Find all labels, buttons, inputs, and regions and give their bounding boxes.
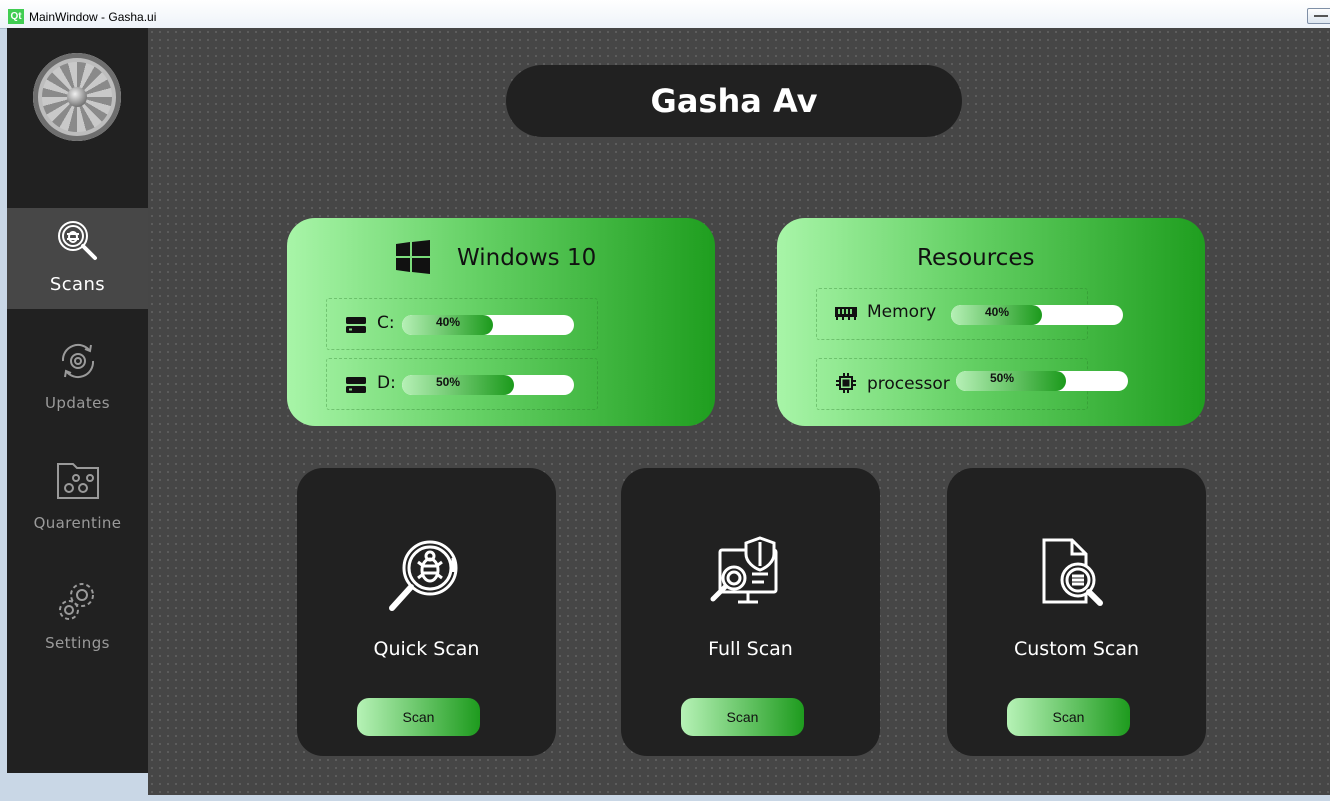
sidebar: Scans Updates Quarentine Settings bbox=[7, 28, 148, 773]
shield-boss bbox=[67, 87, 87, 107]
sidebar-item-quarentine[interactable]: Quarentine bbox=[7, 448, 148, 549]
memory-label: Memory bbox=[867, 302, 937, 322]
sidebar-item-label: Updates bbox=[45, 394, 110, 412]
qt-app-icon: Qt bbox=[8, 9, 24, 24]
drive-row-c: C: 40% bbox=[326, 298, 598, 350]
sidebar-item-updates[interactable]: Updates bbox=[7, 328, 148, 429]
cpu-icon bbox=[836, 373, 856, 393]
sidebar-item-scans[interactable]: Scans bbox=[7, 208, 148, 309]
resources-title: Resources bbox=[917, 245, 1035, 271]
quarantine-folder-icon bbox=[57, 463, 99, 499]
scan-title: Full Scan bbox=[708, 638, 793, 660]
windows-logo-icon bbox=[396, 240, 430, 274]
drive-label: C: bbox=[377, 313, 395, 333]
full-scan-card: Full Scan Scan bbox=[621, 468, 880, 756]
sidebar-item-label: Settings bbox=[45, 634, 110, 652]
scan-bug-magnifier-icon bbox=[58, 221, 97, 260]
processor-label: processor bbox=[867, 374, 950, 394]
processor-usage-text: 50% bbox=[989, 371, 1015, 385]
gears-icon bbox=[59, 583, 94, 620]
window-title: MainWindow - Gasha.ui bbox=[29, 10, 157, 24]
main-area: Gasha Av Windows 10 C: 40% D: 50% Resour… bbox=[148, 28, 1330, 795]
minimize-button[interactable] bbox=[1307, 8, 1330, 24]
scan-title: Quick Scan bbox=[373, 638, 480, 660]
resources-card: Resources Memory 40% processor 50% bbox=[777, 218, 1205, 426]
drive-row-d: D: 50% bbox=[326, 358, 598, 410]
app-title: Gasha Av bbox=[506, 65, 962, 137]
memory-row: Memory 40% bbox=[816, 288, 1123, 340]
window-titlebar: Qt MainWindow - Gasha.ui bbox=[0, 0, 1330, 29]
drive-usage-text: 50% bbox=[435, 375, 461, 389]
processor-usage-bar: 50% bbox=[956, 371, 1128, 391]
drive-usage-bar: 50% bbox=[402, 375, 574, 395]
sidebar-item-settings[interactable]: Settings bbox=[7, 568, 148, 669]
quick-scan-card: Quick Scan Scan bbox=[297, 468, 556, 756]
document-search-icon bbox=[1042, 538, 1103, 606]
custom-scan-button[interactable]: Scan bbox=[1007, 698, 1130, 736]
gear-refresh-icon bbox=[61, 343, 95, 379]
drive-usage-bar: 40% bbox=[402, 315, 574, 335]
app-logo bbox=[33, 53, 121, 141]
memory-usage-bar: 40% bbox=[951, 305, 1123, 325]
ram-icon bbox=[835, 307, 857, 320]
window-frame-bottom bbox=[0, 795, 1330, 801]
processor-row: processor 50% bbox=[816, 358, 1128, 410]
sidebar-item-label: Scans bbox=[49, 274, 106, 295]
bug-magnifier-icon bbox=[389, 540, 458, 611]
shield-computer-scan-icon bbox=[710, 536, 778, 604]
system-card: Windows 10 C: 40% D: 50% bbox=[287, 218, 715, 426]
scan-title: Custom Scan bbox=[1013, 638, 1140, 660]
hard-drive-icon bbox=[346, 377, 366, 393]
hard-drive-icon bbox=[346, 317, 366, 333]
os-name: Windows 10 bbox=[457, 245, 597, 271]
sidebar-item-label: Quarentine bbox=[33, 514, 122, 532]
custom-scan-card: Custom Scan Scan bbox=[947, 468, 1206, 756]
full-scan-button[interactable]: Scan bbox=[681, 698, 804, 736]
quick-scan-button[interactable]: Scan bbox=[357, 698, 480, 736]
memory-usage-text: 40% bbox=[984, 305, 1010, 319]
drive-usage-text: 40% bbox=[435, 315, 461, 329]
drive-label: D: bbox=[377, 373, 396, 393]
